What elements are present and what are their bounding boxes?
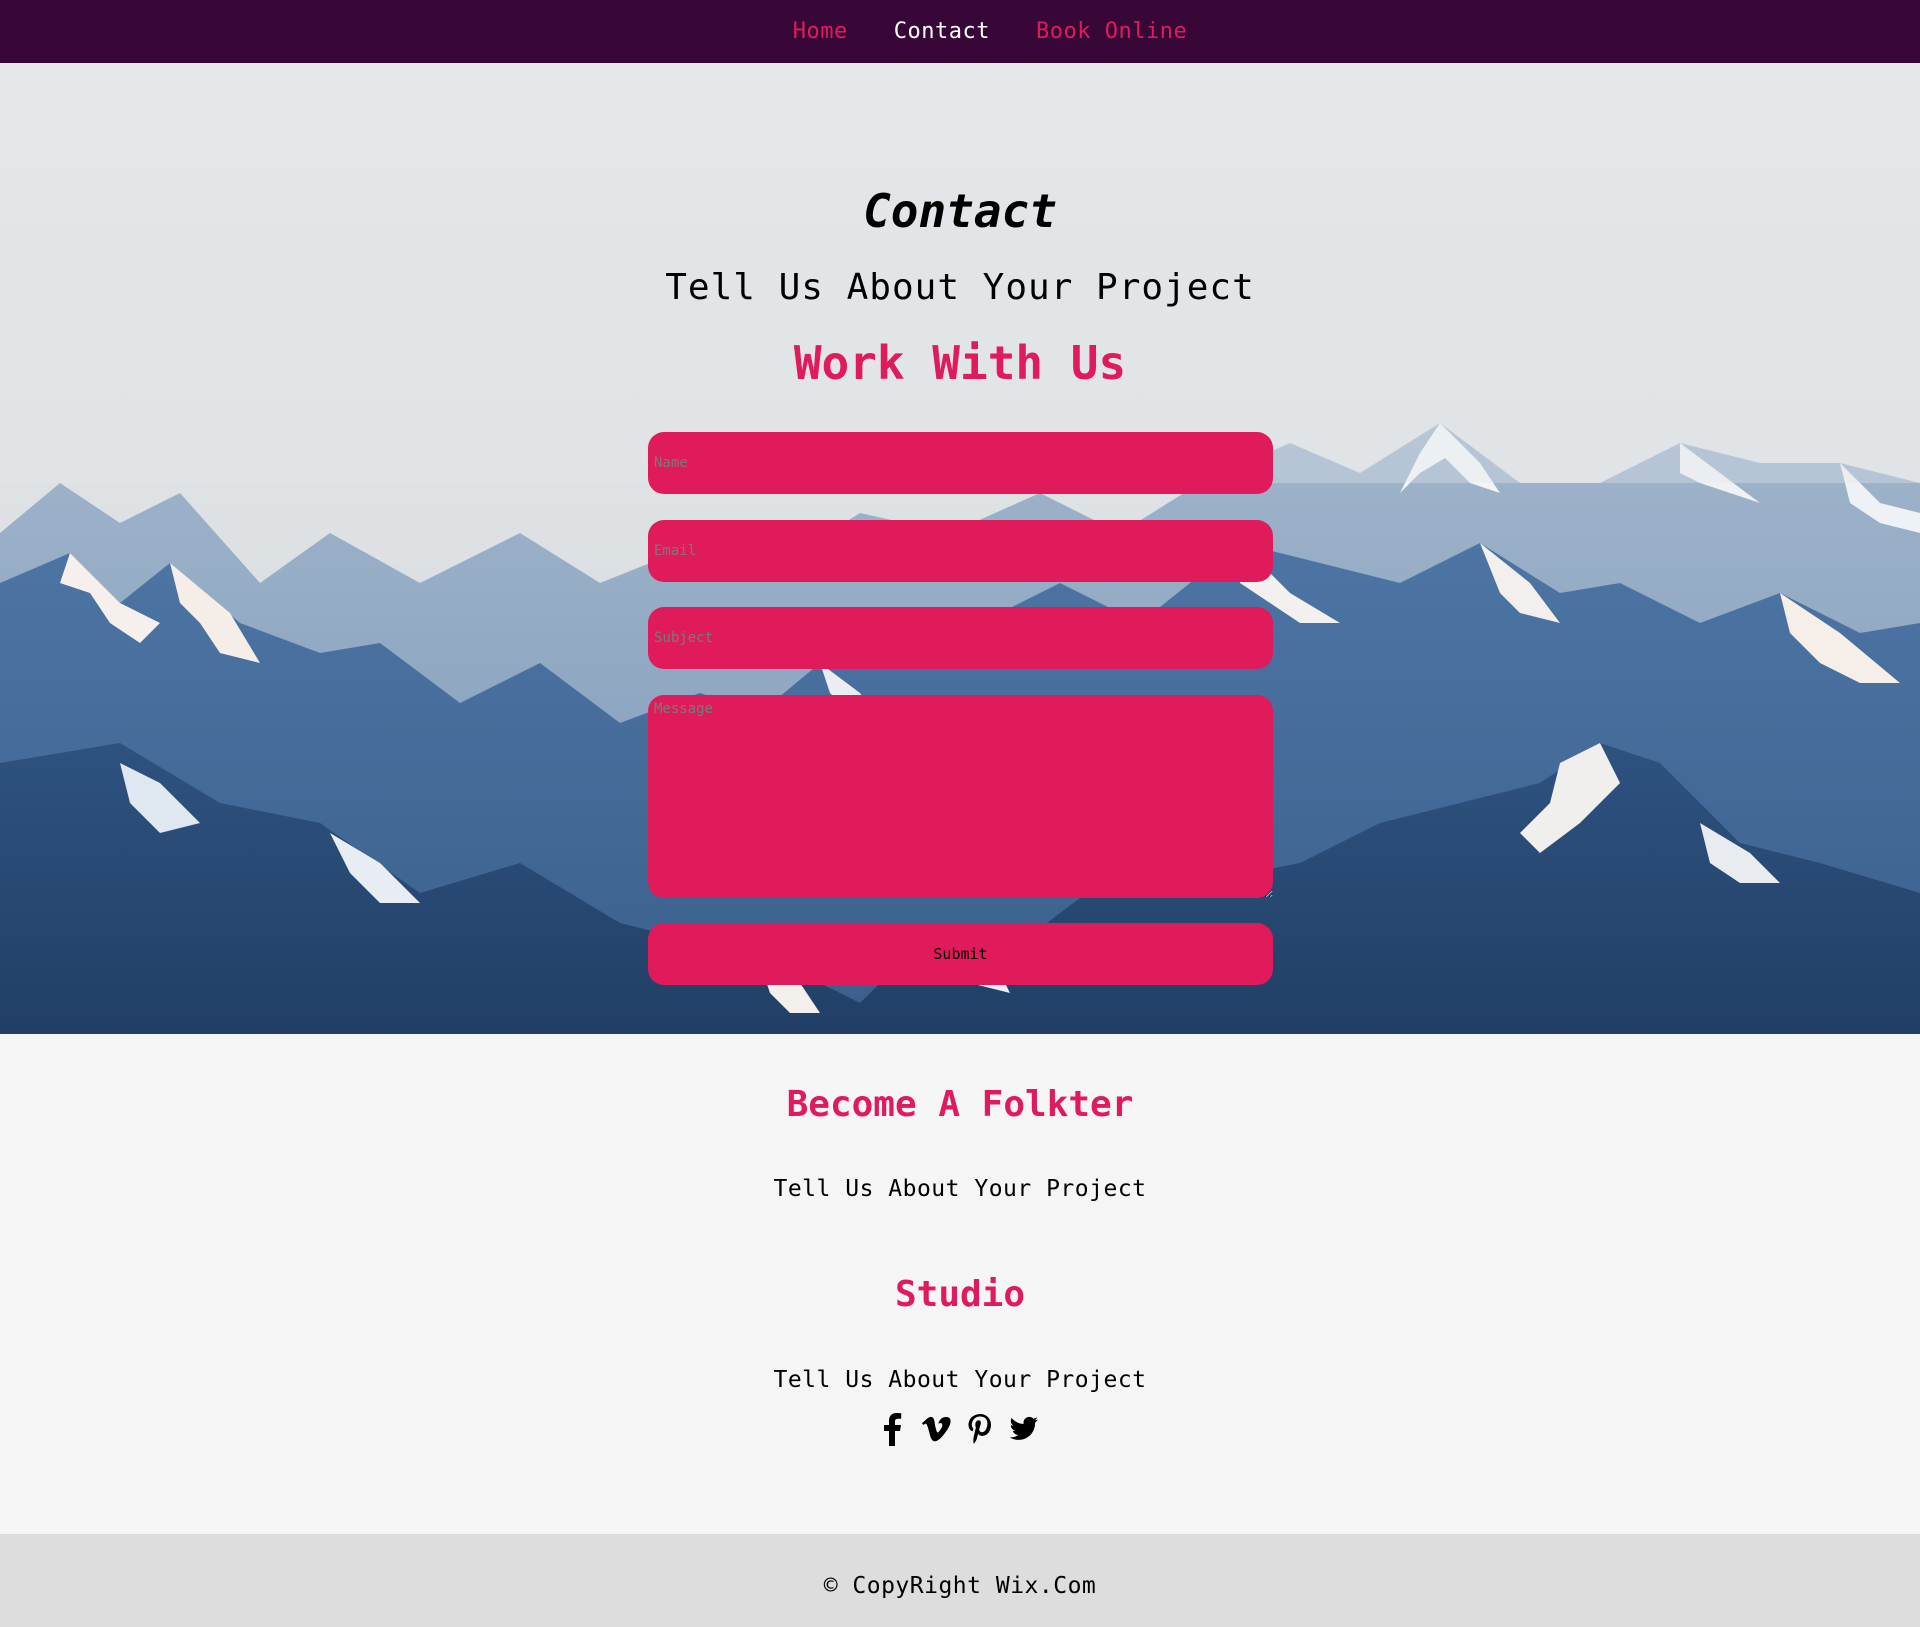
work-with-us-heading: Work With Us bbox=[793, 336, 1127, 390]
become-heading: Become A Folkter bbox=[786, 1084, 1134, 1125]
pinterest-icon[interactable] bbox=[965, 1412, 995, 1446]
vimeo-icon[interactable] bbox=[921, 1412, 951, 1446]
info-section: Become A Folkter Tell Us About Your Proj… bbox=[0, 1034, 1920, 1534]
nav-links: Home Contact Book Online bbox=[793, 19, 1187, 44]
name-input[interactable] bbox=[648, 432, 1273, 494]
studio-heading: Studio bbox=[894, 1274, 1026, 1315]
twitter-icon[interactable] bbox=[1009, 1412, 1039, 1446]
facebook-icon[interactable] bbox=[877, 1412, 907, 1446]
studio-text: Tell Us About Your Project bbox=[773, 1367, 1147, 1393]
social-links bbox=[0, 1412, 1918, 1446]
nav-item-book-online[interactable]: Book Online bbox=[1036, 19, 1187, 44]
subject-input[interactable] bbox=[648, 607, 1273, 669]
become-text: Tell Us About Your Project bbox=[773, 1176, 1147, 1202]
email-input[interactable] bbox=[648, 520, 1273, 582]
top-nav: Home Contact Book Online bbox=[0, 0, 1920, 63]
submit-button[interactable]: Submit bbox=[648, 923, 1273, 985]
footer: © CopyRight Wix.Com bbox=[0, 1534, 1920, 1627]
copyright-text: © CopyRight Wix.Com bbox=[823, 1572, 1097, 1599]
page-title: Contact bbox=[863, 184, 1057, 238]
hero-section: Contact Tell Us About Your Project Work … bbox=[0, 63, 1920, 1034]
nav-item-contact[interactable]: Contact bbox=[894, 19, 990, 44]
hero-subtitle: Tell Us About Your Project bbox=[665, 267, 1255, 308]
nav-item-home[interactable]: Home bbox=[793, 19, 848, 44]
message-textarea[interactable] bbox=[648, 695, 1273, 898]
